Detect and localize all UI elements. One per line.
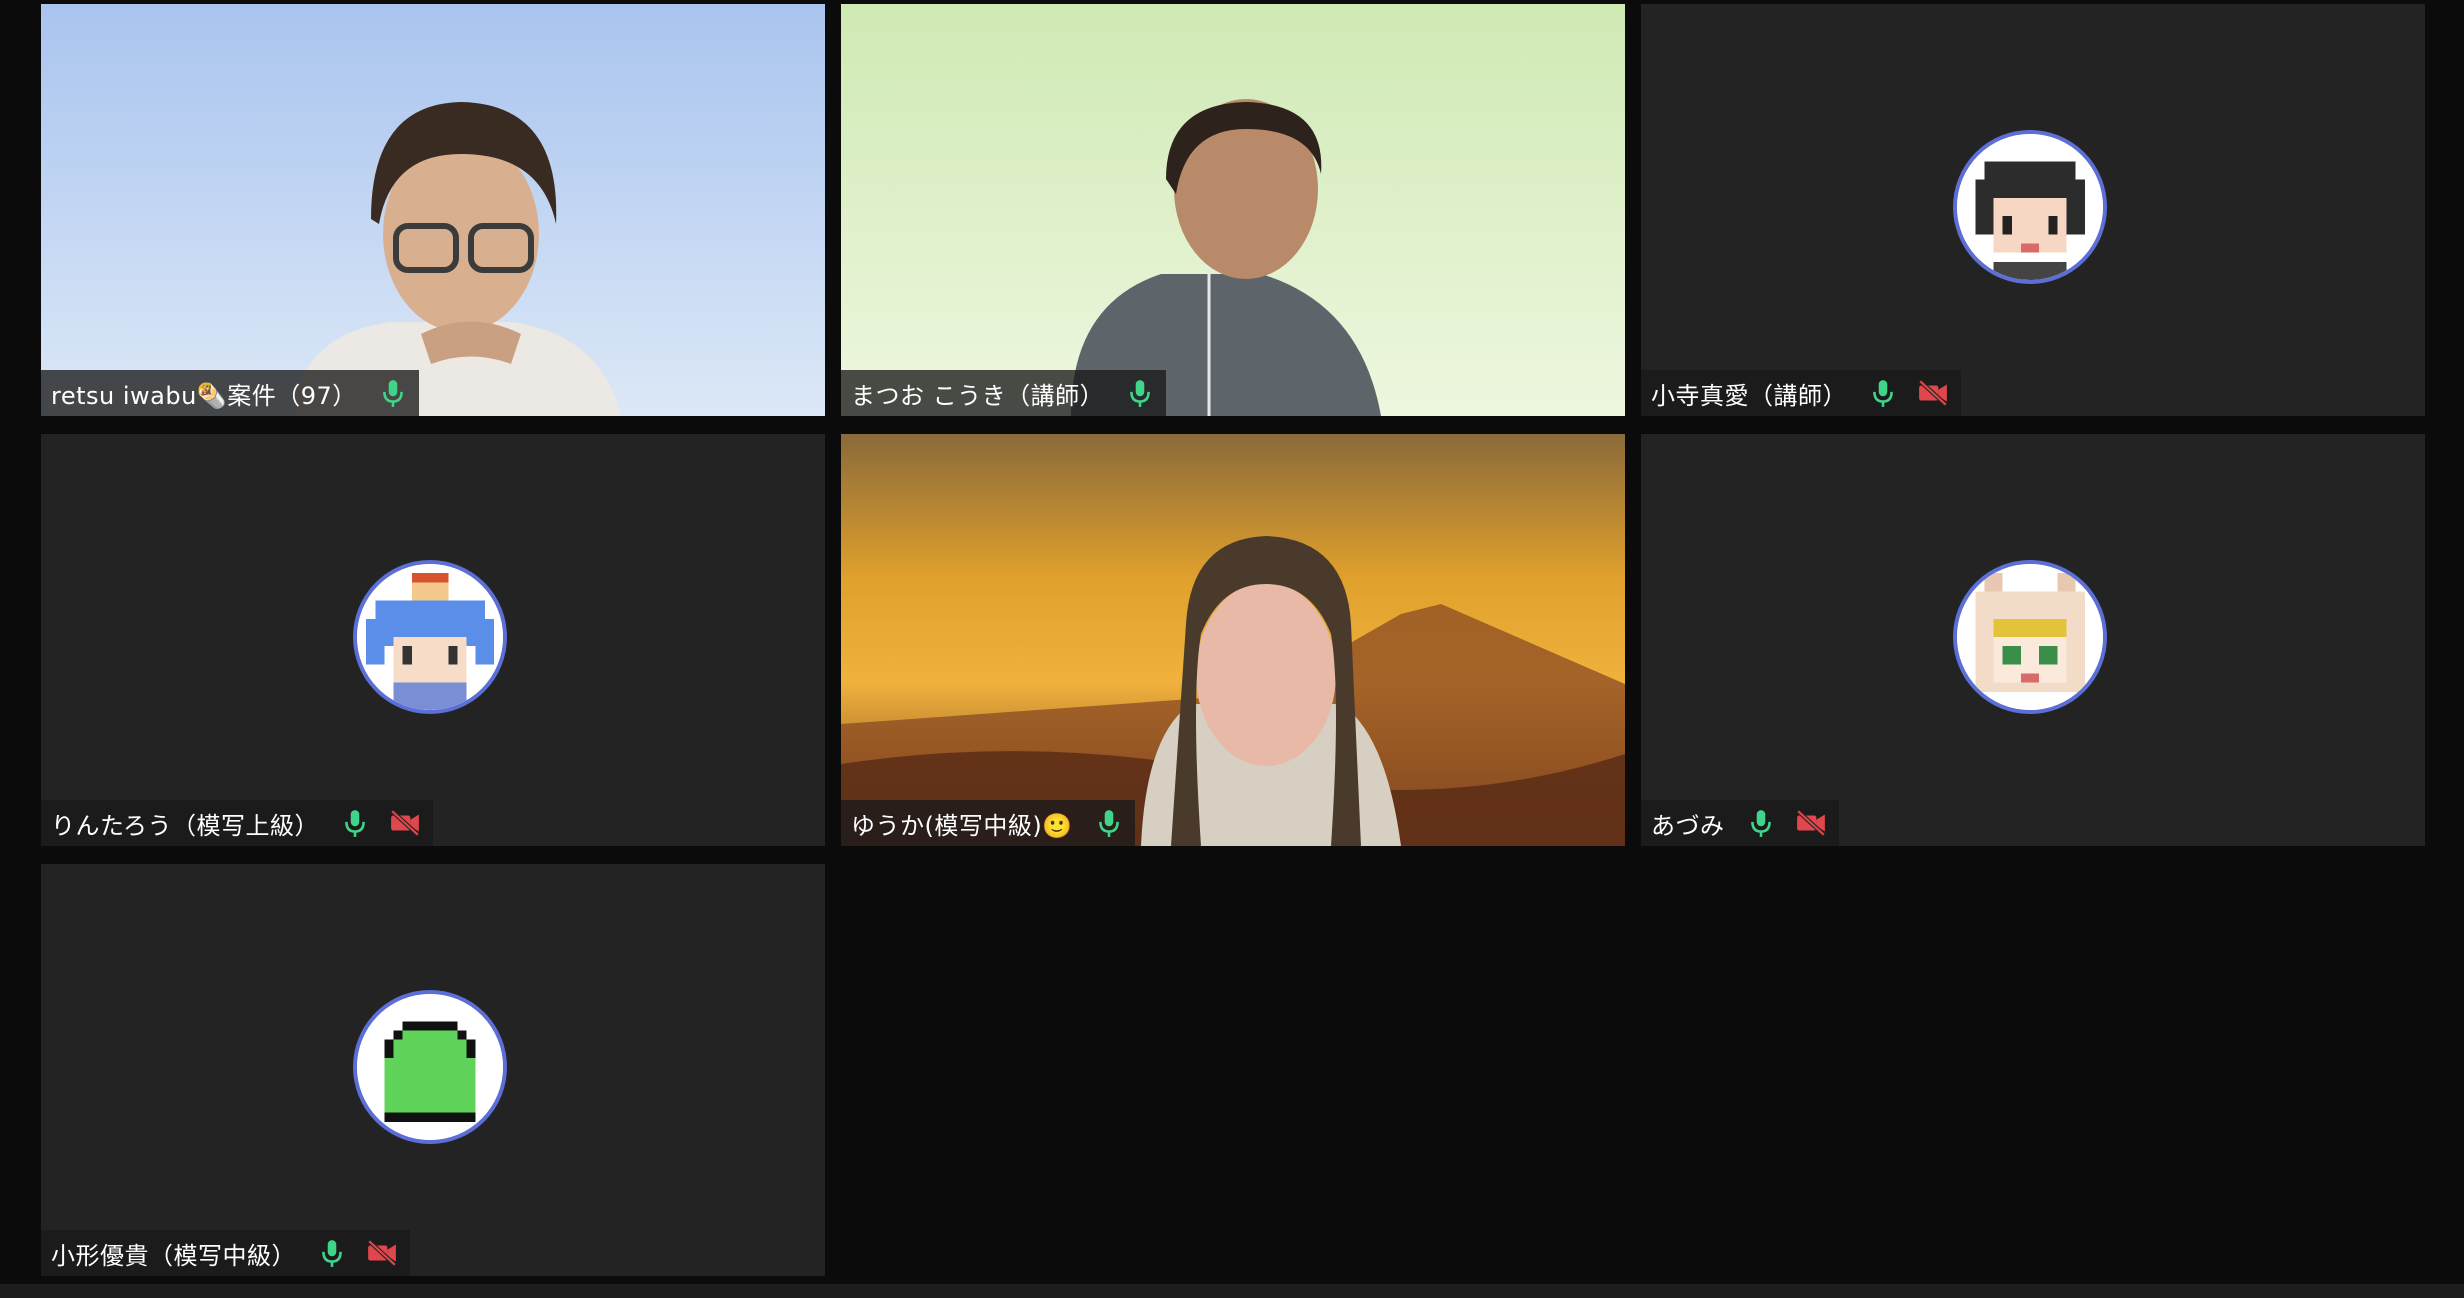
participant-avatar (1953, 130, 2107, 284)
pixel-avatar-dark-hair-icon (1957, 134, 2103, 280)
mic-on-icon[interactable] (379, 378, 407, 408)
mic-on-icon[interactable] (1747, 808, 1775, 838)
camera-off-icon[interactable] (1917, 378, 1949, 408)
participant-name: 小形優貴（模写中級） (51, 1241, 296, 1270)
participant-name-bar: 小寺真愛（講師） (1641, 370, 1961, 416)
pixel-avatar-green-blob-icon (357, 994, 503, 1140)
participant-avatar (353, 560, 507, 714)
mic-on-icon[interactable] (1869, 378, 1897, 408)
participant-name-bar: retsu iwabu🌯案件（97） (41, 370, 419, 416)
participant-tile-kodera[interactable]: 小寺真愛（講師） (1641, 4, 2425, 416)
camera-off-icon[interactable] (1795, 808, 1827, 838)
participant-name-bar: まつお こうき（講師） (841, 370, 1167, 416)
video-call-grid: retsu iwabu🌯案件（97） まつお こうき（講師） 小寺真愛（講師） … (0, 0, 2464, 1298)
bottom-toolbar-strip (0, 1284, 2464, 1298)
participant-avatar (353, 990, 507, 1144)
participant-tile-yuuka[interactable]: ゆうか(模写中級)🙂 (841, 434, 1625, 846)
participant-tile-retsu[interactable]: retsu iwabu🌯案件（97） (41, 4, 825, 416)
participant-name: あづみ (1651, 811, 1725, 840)
pixel-avatar-blue-hair-icon (357, 564, 503, 710)
camera-off-icon[interactable] (389, 808, 421, 838)
participant-name: 小寺真愛（講師） (1651, 381, 1847, 410)
mic-on-icon[interactable] (1095, 808, 1123, 838)
participant-name-bar: あづみ (1641, 800, 1839, 846)
participant-name-bar: 小形優貴（模写中級） (41, 1230, 410, 1276)
participant-tile-matsuo[interactable]: まつお こうき（講師） (841, 4, 1625, 416)
pixel-avatar-animal-hood-icon (1957, 564, 2103, 710)
camera-off-icon[interactable] (366, 1238, 398, 1268)
participant-tile-rintarou[interactable]: りんたろう（模写上級） (41, 434, 825, 846)
participant-video (41, 4, 825, 416)
participant-video (841, 434, 1625, 846)
participant-name: ゆうか(模写中級)🙂 (851, 811, 1073, 840)
participant-name: まつお こうき（講師） (851, 381, 1105, 410)
participant-tile-ogata[interactable]: 小形優貴（模写中級） (41, 864, 825, 1276)
participant-tile-azumi[interactable]: あづみ (1641, 434, 2425, 846)
participant-video (841, 4, 1625, 416)
mic-on-icon[interactable] (318, 1238, 346, 1268)
mic-on-icon[interactable] (1126, 378, 1154, 408)
participant-name-bar: ゆうか(模写中級)🙂 (841, 800, 1135, 846)
participant-avatar (1953, 560, 2107, 714)
participant-name-bar: りんたろう（模写上級） (41, 800, 434, 846)
participant-name: retsu iwabu🌯案件（97） (51, 381, 357, 410)
mic-on-icon[interactable] (341, 808, 369, 838)
participant-name: りんたろう（模写上級） (51, 811, 320, 840)
